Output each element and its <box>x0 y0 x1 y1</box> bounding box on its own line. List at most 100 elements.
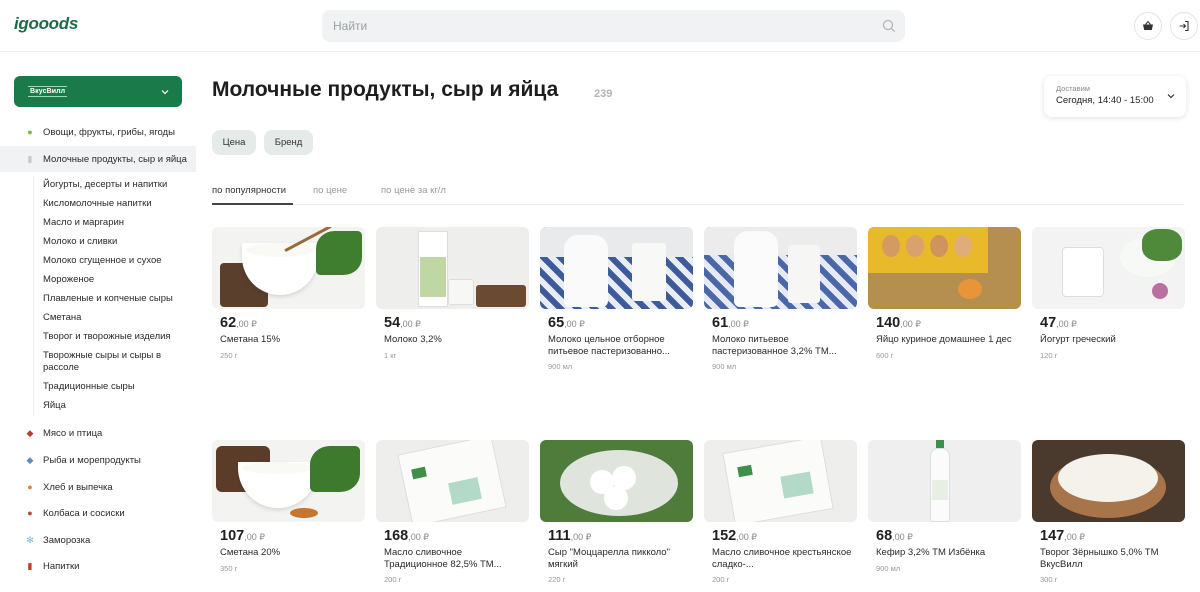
chevron-down-icon <box>161 89 169 94</box>
sidebar-item-label: Заморозка <box>43 534 91 546</box>
subcategory-item[interactable]: Плавленые и копченые сыры <box>43 293 183 305</box>
product-name[interactable]: Молоко цельное отборное питьевое пастери… <box>548 334 690 357</box>
sort-price-per-kg[interactable]: по цене за кг/л <box>381 185 446 196</box>
product-name[interactable]: Йогурт греческий <box>1040 334 1182 346</box>
subcategory-item[interactable]: Масло и маргарин <box>43 217 183 229</box>
price-cents: ,00 ₽ <box>564 319 585 329</box>
product-weight: 900 мл <box>876 563 901 573</box>
price-cents: ,00 ₽ <box>400 319 421 329</box>
subcategory-item[interactable]: Кисломолочные напитки <box>43 198 183 210</box>
subcategory-item[interactable]: Творог и творожные изделия <box>43 331 183 343</box>
price-cents: ,00 ₽ <box>728 319 749 329</box>
search-input[interactable] <box>322 10 905 42</box>
subcategory-divider <box>33 176 34 416</box>
sidebar-item-drinks[interactable]: ▮ Напитки <box>0 553 196 579</box>
sort-active-indicator <box>212 203 293 205</box>
product-card[interactable]: 140,00 ₽ Яйцо куриное домашнее 1 дес 600… <box>868 227 1021 360</box>
price-value: 147 <box>1040 528 1065 544</box>
product-card[interactable]: 65,00 ₽ Молоко цельное отборное питьевое… <box>540 227 693 371</box>
sidebar-item-label: Мясо и птица <box>43 427 103 439</box>
product-card[interactable]: 168,00 ₽ Масло сливочное Традиционное 82… <box>376 440 529 584</box>
cart-button[interactable] <box>1134 12 1162 40</box>
sidebar-item-label: Колбаса и сосиски <box>43 507 125 519</box>
sidebar-item-dairy[interactable]: ▮ Молочные продукты, сыр и яйца <box>0 146 196 172</box>
sidebar-item-meat[interactable]: ◆ Мясо и птица <box>0 420 196 446</box>
product-price: 140,00 ₽ <box>876 315 1021 331</box>
product-name[interactable]: Кефир 3,2% ТМ Избёнка <box>876 547 1018 559</box>
price-value: 54 <box>384 315 401 331</box>
price-value: 111 <box>548 528 571 544</box>
filter-brand[interactable]: Бренд <box>264 130 313 155</box>
filter-price[interactable]: Цена <box>212 130 256 155</box>
subcategory-item[interactable]: Молоко сгущенное и сухое <box>43 255 183 267</box>
store-logo: ВкусВилл <box>28 86 68 97</box>
milk-icon: ▮ <box>27 153 33 164</box>
sidebar-item-frozen[interactable]: ✻ Заморозка <box>0 527 196 553</box>
product-price: 111,00 ₽ <box>548 528 693 544</box>
price-cents: ,00 ₽ <box>236 319 257 329</box>
login-button[interactable] <box>1170 12 1198 40</box>
product-image <box>1032 440 1185 522</box>
product-card[interactable]: 68,00 ₽ Кефир 3,2% ТМ Избёнка 900 мл <box>868 440 1021 573</box>
bread-icon: ● <box>27 481 33 492</box>
product-image <box>868 440 1021 522</box>
store-selector[interactable]: ВкусВилл <box>14 76 182 107</box>
product-name[interactable]: Сметана 15% <box>220 334 362 346</box>
product-name[interactable]: Масло сливочное крестьянское сладко-... <box>712 547 854 570</box>
product-price: 147,00 ₽ <box>1040 528 1185 544</box>
subcategory-item[interactable]: Сметана <box>43 312 183 324</box>
sort-price[interactable]: по цене <box>313 185 347 196</box>
sidebar-item-bread[interactable]: ● Хлеб и выпечка <box>0 474 196 500</box>
site-logo[interactable]: igooods <box>14 14 78 34</box>
product-weight: 900 мл <box>548 362 573 371</box>
basket-icon <box>1143 20 1153 30</box>
product-card[interactable]: 152,00 ₽ Масло сливочное крестьянское сл… <box>704 440 857 584</box>
subcategory-item[interactable]: Мороженое <box>43 274 183 286</box>
sidebar-item-vegetables[interactable]: ● Овощи, фрукты, грибы, ягоды <box>0 119 196 145</box>
price-cents: ,00 ₽ <box>736 532 757 542</box>
apple-icon: ● <box>27 126 33 137</box>
sidebar-item-sausage[interactable]: ● Колбаса и сосиски <box>0 500 196 526</box>
product-name[interactable]: Яйцо куриное домашнее 1 дес <box>876 334 1018 346</box>
product-name[interactable]: Масло сливочное Традиционное 82,5% ТМ... <box>384 547 526 570</box>
delivery-time-selector[interactable]: Доставим Сегодня, 14:40 - 15:00 <box>1044 76 1186 117</box>
subcategory-item[interactable]: Яйца <box>43 400 183 412</box>
sidebar-item-label: Хлеб и выпечка <box>43 481 113 493</box>
subcategory-item[interactable]: Творожные сыры и сыры в рассоле <box>43 350 183 374</box>
fish-icon: ◆ <box>26 454 34 465</box>
sidebar-item-label: Напитки <box>43 560 80 572</box>
product-price: 62,00 ₽ <box>220 315 365 331</box>
product-card[interactable]: 147,00 ₽ Творог Зёрнышко 5,0% ТМ ВкусВил… <box>1032 440 1185 584</box>
price-cents: ,00 ₽ <box>1056 319 1077 329</box>
price-cents: ,00 ₽ <box>900 319 921 329</box>
product-price: 54,00 ₽ <box>384 315 529 331</box>
product-name[interactable]: Сметана 20% <box>220 547 362 559</box>
product-image <box>376 227 529 309</box>
product-image <box>376 440 529 522</box>
product-image <box>868 227 1021 309</box>
chevron-down-icon <box>1167 94 1175 99</box>
product-card[interactable]: 107,00 ₽ Сметана 20% 350 г <box>212 440 365 573</box>
product-name[interactable]: Сыр "Моццарелла пикколо" мягкий <box>548 547 690 570</box>
product-card[interactable]: 47,00 ₽ Йогурт греческий 120 г <box>1032 227 1185 360</box>
sort-popularity[interactable]: по популярности <box>212 185 286 196</box>
product-name[interactable]: Молоко 3,2% <box>384 334 526 346</box>
product-name[interactable]: Творог Зёрнышко 5,0% ТМ ВкусВилл <box>1040 547 1182 570</box>
sidebar-item-fish[interactable]: ◆ Рыба и морепродукты <box>0 447 196 473</box>
sidebar-item-label: Рыба и морепродукты <box>43 454 141 466</box>
product-weight: 600 г <box>876 350 894 360</box>
product-price: 107,00 ₽ <box>220 528 365 544</box>
search-icon[interactable] <box>881 18 897 34</box>
product-card[interactable]: 54,00 ₽ Молоко 3,2% 1 кг <box>376 227 529 360</box>
price-cents: ,00 ₽ <box>1064 532 1085 542</box>
product-price: 61,00 ₽ <box>712 315 857 331</box>
product-card[interactable]: 61,00 ₽ Молоко питьевое пастеризованное … <box>704 227 857 371</box>
subcategory-item[interactable]: Йогурты, десерты и напитки <box>43 179 183 191</box>
product-card[interactable]: 111,00 ₽ Сыр "Моццарелла пикколо" мягкий… <box>540 440 693 584</box>
product-image <box>212 440 365 522</box>
product-name[interactable]: Молоко питьевое пастеризованное 3,2% ТМ.… <box>712 334 854 357</box>
subcategory-item[interactable]: Традиционные сыры <box>43 381 183 393</box>
product-card[interactable]: 62,00 ₽ Сметана 15% 250 г <box>212 227 365 360</box>
product-image <box>704 440 857 522</box>
subcategory-item[interactable]: Молоко и сливки <box>43 236 183 248</box>
